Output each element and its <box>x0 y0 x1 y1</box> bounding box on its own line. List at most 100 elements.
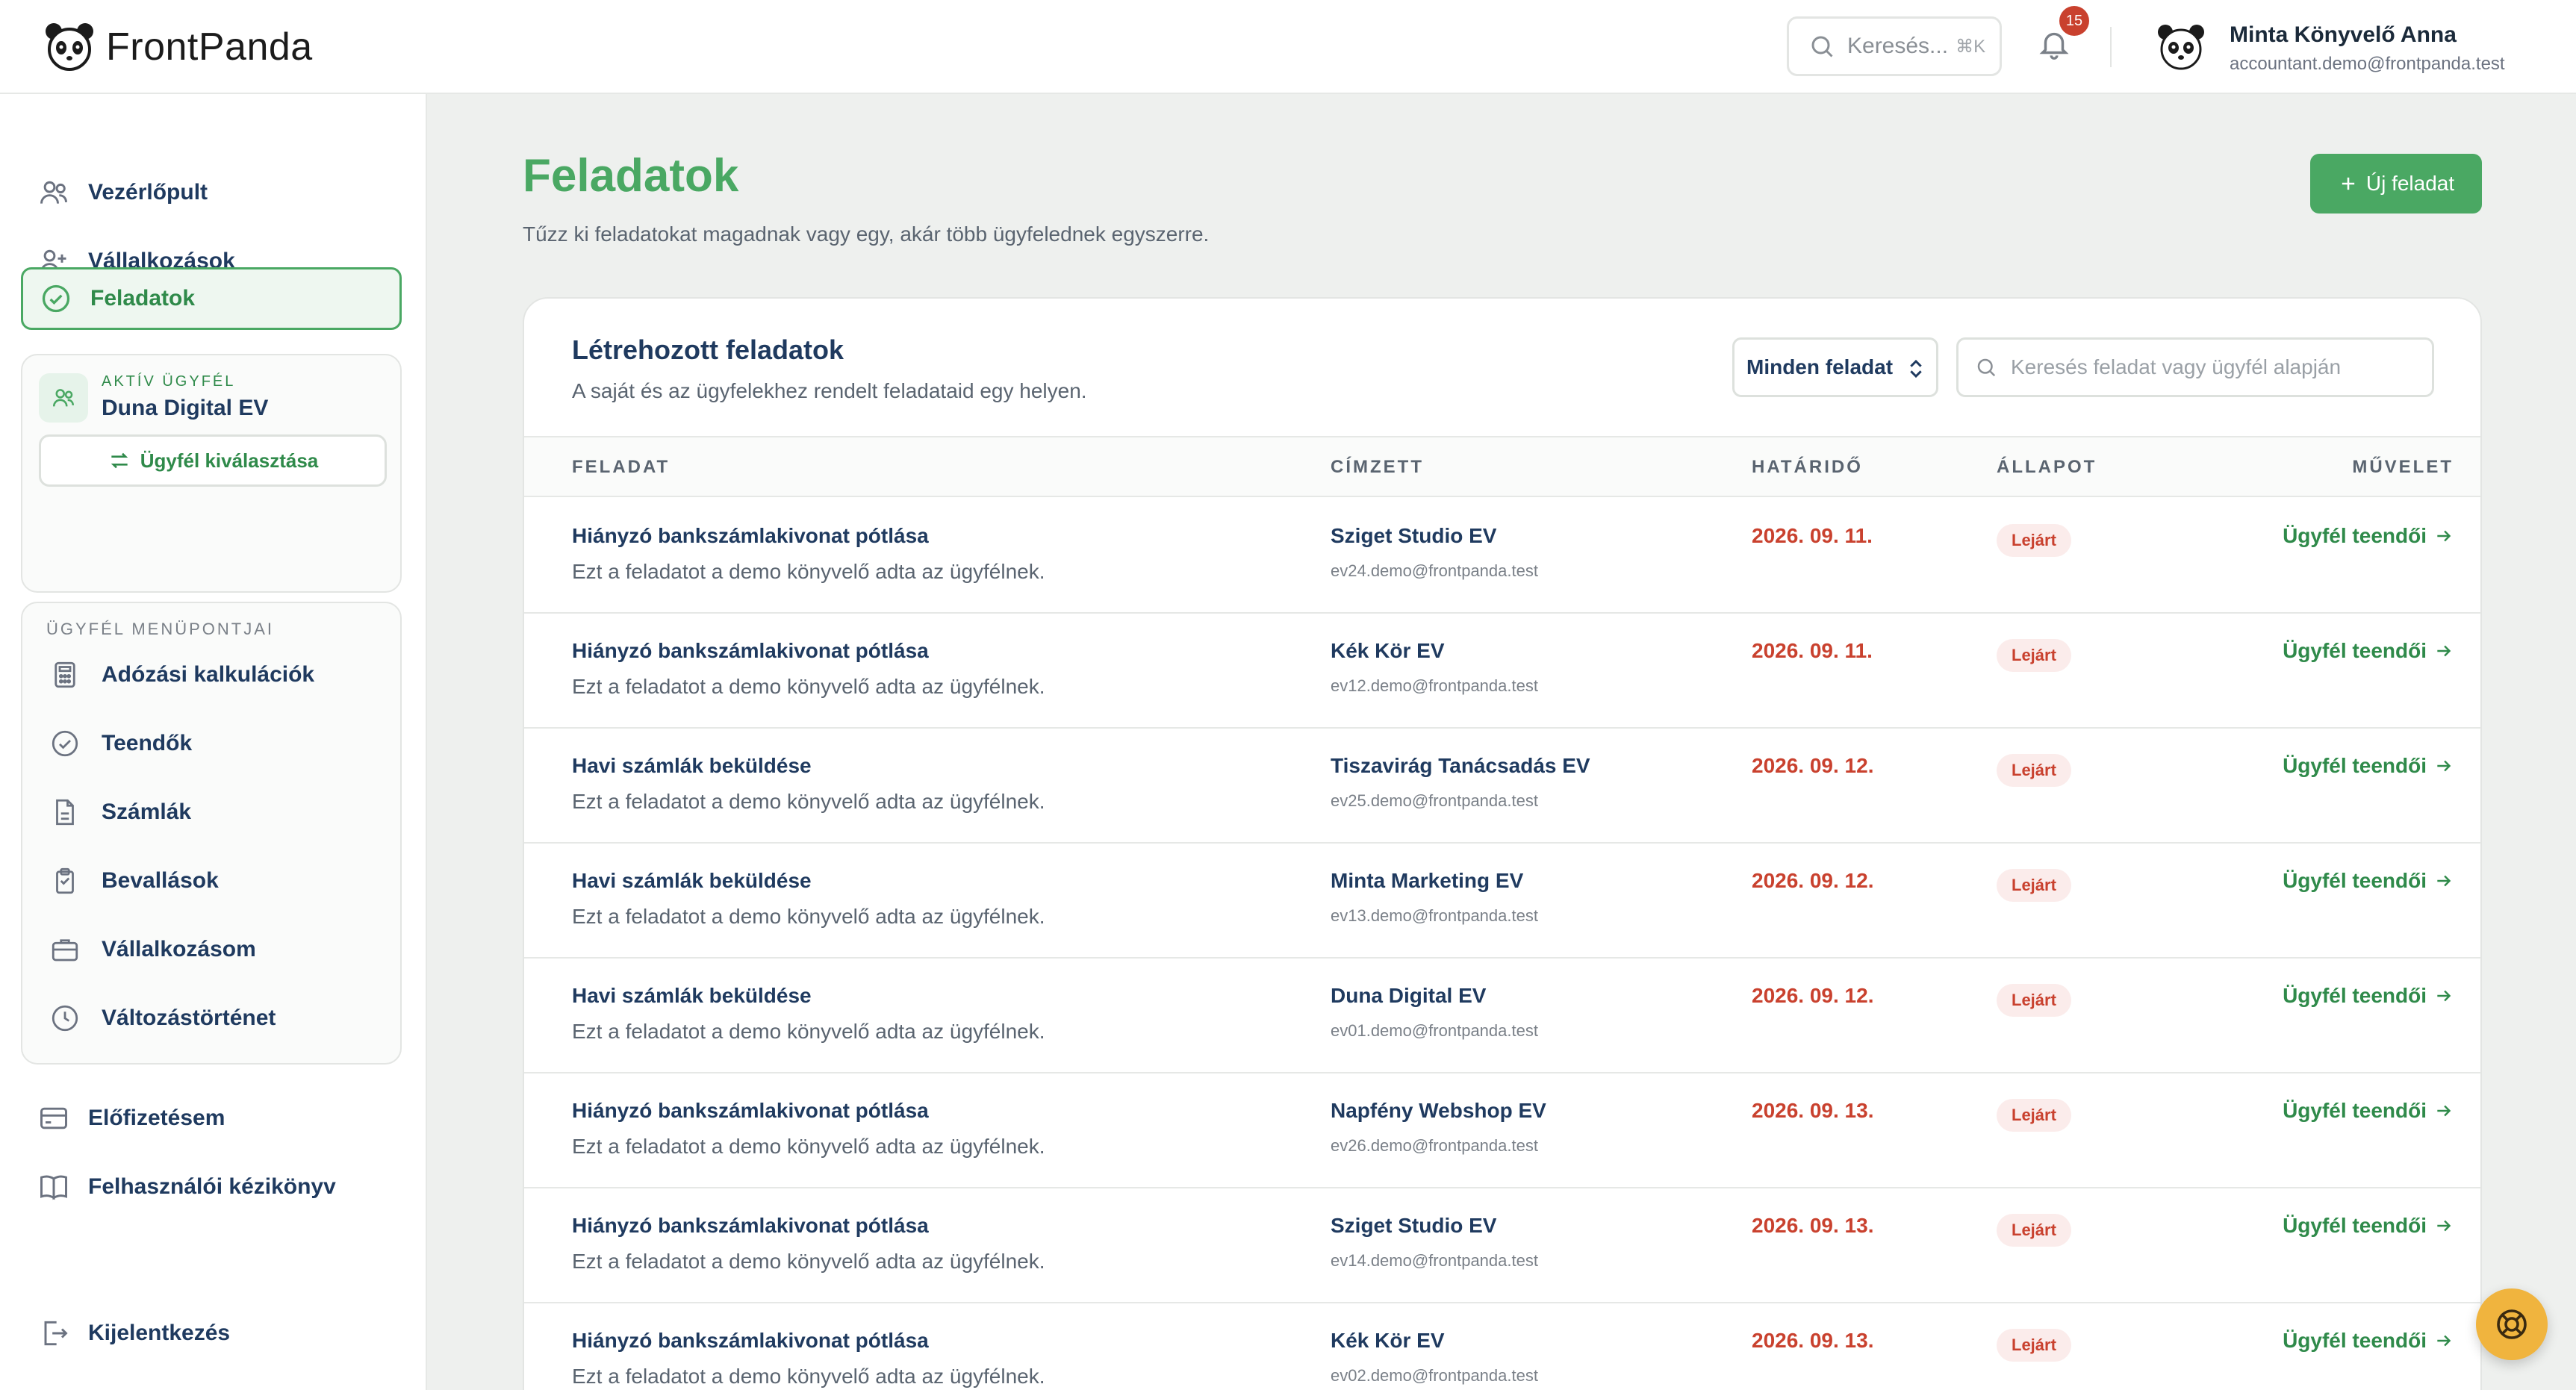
table-row[interactable]: Hiányzó bankszámlakivonat pótlása Ezt a f… <box>524 1188 2480 1303</box>
logo[interactable]: FrontPanda <box>43 21 313 73</box>
sidebar-item-label: Előfizetésem <box>88 1106 225 1130</box>
task-title[interactable]: Havi számlák beküldése <box>572 984 812 1008</box>
active-client-card: AKTÍV ÜGYFÉL Duna Digital EV Ügyfél kivá… <box>21 354 402 593</box>
briefcase-icon <box>52 939 78 962</box>
user-name[interactable]: Minta Könyvelő Anna <box>2230 22 2457 48</box>
select-client-label: Ügyfél kiválasztása <box>140 449 319 472</box>
status-badge: Lejárt <box>1997 524 2071 557</box>
task-title[interactable]: Hiányzó bankszámlakivonat pótlása <box>572 1214 929 1238</box>
submenu-item-invoices[interactable]: Számlák <box>49 790 191 835</box>
status-badge: Lejárt <box>1997 754 2071 787</box>
submenu-item-change-history[interactable]: Változástörténet <box>49 996 276 1041</box>
client-todos-link[interactable]: Ügyfél teendői <box>2283 1329 2454 1353</box>
client-todos-link[interactable]: Ügyfél teendői <box>2283 984 2454 1008</box>
client-todos-label: Ügyfél teendői <box>2283 1329 2427 1352</box>
recipient-email: ev25.demo@frontpanda.test <box>1331 791 1538 810</box>
status-badge: Lejárt <box>1997 1099 2071 1132</box>
task-title[interactable]: Hiányzó bankszámlakivonat pótlása <box>572 639 929 663</box>
select-client-button[interactable]: Ügyfél kiválasztása <box>39 434 387 487</box>
task-description: Ezt a feladatot a demo könyvelő adta az … <box>572 1135 1045 1158</box>
table-row[interactable]: Hiányzó bankszámlakivonat pótlása Ezt a f… <box>524 1303 2480 1390</box>
calculator-icon <box>55 661 75 688</box>
recipient-name: Tiszavirág Tanácsadás EV <box>1331 754 1590 777</box>
client-todos-link[interactable]: Ügyfél teendői <box>2283 524 2454 548</box>
divider <box>2110 27 2112 67</box>
deadline-date: 2026. 09. 13. <box>1752 1329 1874 1352</box>
status-badge: Lejárt <box>1997 1214 2071 1247</box>
app-name: FrontPanda <box>106 25 313 69</box>
recipient-name: Sziget Studio EV <box>1331 1214 1497 1237</box>
status-badge: Lejárt <box>1997 1329 2071 1362</box>
tasks-card-subtitle: A saját és az ügyfelekhez rendelt felada… <box>572 379 1087 402</box>
clock-icon <box>52 1005 78 1032</box>
task-filter-value: Minden feladat <box>1746 355 1894 378</box>
table-row[interactable]: Havi számlák beküldése Ezt a feladatot a … <box>524 959 2480 1073</box>
recipient-email: ev02.demo@frontpanda.test <box>1331 1366 1538 1385</box>
submenu-item-label: Adózási kalkulációk <box>102 662 315 687</box>
swap-arrows-icon <box>111 452 128 469</box>
sidebar-item-subscription[interactable]: Előfizetésem <box>21 1087 402 1150</box>
logout-button[interactable]: Kijelentkezés <box>21 1302 402 1365</box>
task-title[interactable]: Hiányzó bankszámlakivonat pótlása <box>572 524 929 548</box>
task-description: Ezt a feladatot a demo könyvelő adta az … <box>572 1365 1045 1388</box>
top-bar: FrontPanda Keresés... ⌘K 15 Minta Könyve… <box>0 0 2576 94</box>
table-header: FELADAT CÍMZETT HATÁRIDŐ ÁLLAPOT MŰVELET <box>524 436 2480 497</box>
client-todos-label: Ügyfél teendői <box>2283 984 2427 1007</box>
client-todos-label: Ügyfél teendői <box>2283 869 2427 892</box>
client-todos-label: Ügyfél teendői <box>2283 754 2427 777</box>
table-row[interactable]: Havi számlák beküldése Ezt a feladatot a … <box>524 729 2480 844</box>
arrow-right-icon <box>2437 645 2451 657</box>
client-todos-link[interactable]: Ügyfél teendői <box>2283 1099 2454 1123</box>
tasks-card: Létrehozott feladatok A saját és az ügyf… <box>523 297 2482 1390</box>
submenu-item-todos[interactable]: Teendők <box>49 721 192 766</box>
task-title[interactable]: Havi számlák beküldése <box>572 869 812 893</box>
client-submenu: ÜGYFÉL MENÜPONTJAI Adózási kalkulációk T… <box>21 602 402 1065</box>
new-task-button[interactable]: Új feladat <box>2310 154 2482 214</box>
client-todos-link[interactable]: Ügyfél teendői <box>2283 754 2454 778</box>
submenu-item-tax-returns[interactable]: Bevallások <box>49 858 219 903</box>
submenu-item-tax-calculations[interactable]: Adózási kalkulációk <box>49 652 314 697</box>
task-title[interactable]: Havi számlák beküldése <box>572 754 812 778</box>
column-header-deadline: HATÁRIDŐ <box>1752 457 1863 477</box>
client-todos-link[interactable]: Ügyfél teendői <box>2283 1214 2454 1238</box>
arrow-right-icon <box>2437 990 2451 1002</box>
tasks-card-title: Létrehozott feladatok <box>572 334 844 365</box>
recipient-email: ev14.demo@frontpanda.test <box>1331 1251 1538 1270</box>
client-todos-link[interactable]: Ügyfél teendői <box>2283 869 2454 893</box>
submenu-title: ÜGYFÉL MENÜPONTJAI <box>46 620 274 638</box>
book-icon <box>40 1175 67 1200</box>
table-row[interactable]: Havi számlák beküldése Ezt a feladatot a … <box>524 844 2480 959</box>
recipient-email: ev26.demo@frontpanda.test <box>1331 1136 1538 1155</box>
deadline-date: 2026. 09. 12. <box>1752 754 1874 777</box>
page-title: Feladatok <box>523 150 739 202</box>
client-icon-wrap <box>39 373 88 423</box>
arrow-right-icon <box>2437 1220 2451 1232</box>
task-description: Ezt a feladatot a demo könyvelő adta az … <box>572 790 1045 813</box>
recipient-name: Sziget Studio EV <box>1331 524 1497 547</box>
table-row[interactable]: Hiányzó bankszámlakivonat pótlása Ezt a f… <box>524 499 2480 614</box>
global-search[interactable]: Keresés... ⌘K <box>1787 16 2002 76</box>
help-button[interactable] <box>2476 1288 2548 1360</box>
lifebuoy-icon <box>2497 1309 2527 1339</box>
sidebar-item-dashboard[interactable]: Vezérlőpult <box>21 161 402 224</box>
submenu-item-my-business[interactable]: Vállalkozásom <box>49 927 256 972</box>
sidebar-item-tasks[interactable]: Feladatok <box>21 267 402 330</box>
deadline-date: 2026. 09. 13. <box>1752 1214 1874 1237</box>
submenu-item-label: Változástörténet <box>102 1006 276 1030</box>
task-title[interactable]: Hiányzó bankszámlakivonat pótlása <box>572 1329 929 1353</box>
task-search-placeholder: Keresés feladat vagy ügyfél alapján <box>2011 355 2342 378</box>
table-row[interactable]: Hiányzó bankszámlakivonat pótlása Ezt a f… <box>524 1073 2480 1188</box>
task-search-input[interactable]: Keresés feladat vagy ügyfél alapján <box>1956 337 2434 397</box>
client-todos-link[interactable]: Ügyfél teendői <box>2283 639 2454 663</box>
deadline-date: 2026. 09. 11. <box>1752 524 1873 547</box>
task-title[interactable]: Hiányzó bankszámlakivonat pótlása <box>572 1099 929 1123</box>
arrow-right-icon <box>2437 760 2451 772</box>
sidebar-item-label: Feladatok <box>90 286 196 311</box>
avatar[interactable] <box>2155 22 2207 72</box>
client-todos-label: Ügyfél teendői <box>2283 639 2427 662</box>
task-filter-select[interactable]: Minden feladat <box>1732 337 1938 397</box>
table-row[interactable]: Hiányzó bankszámlakivonat pótlása Ezt a f… <box>524 614 2480 729</box>
task-description: Ezt a feladatot a demo könyvelő adta az … <box>572 1250 1045 1273</box>
recipient-email: ev12.demo@frontpanda.test <box>1331 676 1538 695</box>
sidebar-item-user-manual[interactable]: Felhasználói kézikönyv <box>21 1156 402 1218</box>
